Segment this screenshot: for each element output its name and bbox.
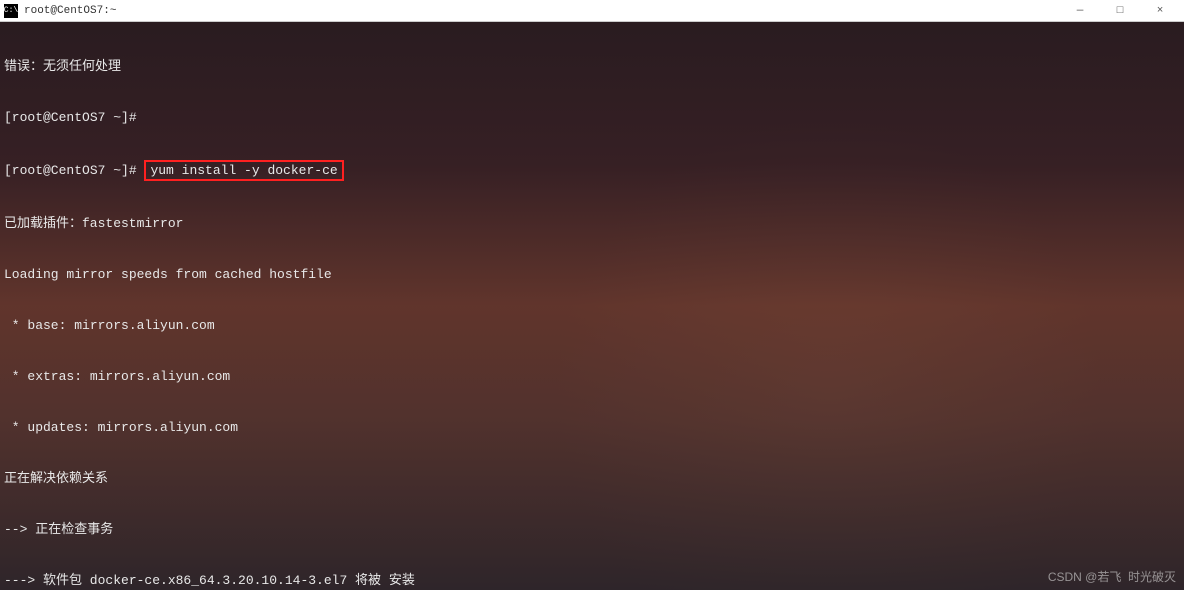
terminal-line: ---> 软件包 docker-ce.x86_64.3.20.10.14-3.e…	[4, 572, 1180, 589]
close-button[interactable]: ×	[1140, 1, 1180, 21]
watermark-text: CSDN @若飞 时光破灭	[1048, 569, 1176, 586]
terminal-icon: C:\	[4, 4, 18, 18]
terminal-line: 正在解决依赖关系	[4, 470, 1180, 487]
window-titlebar: C:\ root@CentOS7:~ — □ ×	[0, 0, 1184, 22]
terminal-body[interactable]: 错误：无须任何处理 [root@CentOS7 ~]# [root@CentOS…	[0, 22, 1184, 590]
window-title: root@CentOS7:~	[24, 5, 1060, 17]
terminal-line: 错误：无须任何处理	[4, 58, 1180, 75]
terminal-line: * updates: mirrors.aliyun.com	[4, 419, 1180, 436]
terminal-line: 已加载插件：fastestmirror	[4, 215, 1180, 232]
terminal-line: Loading mirror speeds from cached hostfi…	[4, 266, 1180, 283]
terminal-line: * base: mirrors.aliyun.com	[4, 317, 1180, 334]
minimize-button[interactable]: —	[1060, 1, 1100, 21]
prompt-text: [root@CentOS7 ~]#	[4, 163, 144, 178]
window-controls: — □ ×	[1060, 1, 1180, 21]
highlighted-command: yum install -y docker-ce	[144, 160, 343, 181]
maximize-button[interactable]: □	[1100, 1, 1140, 21]
terminal-line: [root@CentOS7 ~]#	[4, 109, 1180, 126]
terminal-line: --> 正在检查事务	[4, 521, 1180, 538]
terminal-line: * extras: mirrors.aliyun.com	[4, 368, 1180, 385]
terminal-line: [root@CentOS7 ~]# yum install -y docker-…	[4, 160, 1180, 181]
